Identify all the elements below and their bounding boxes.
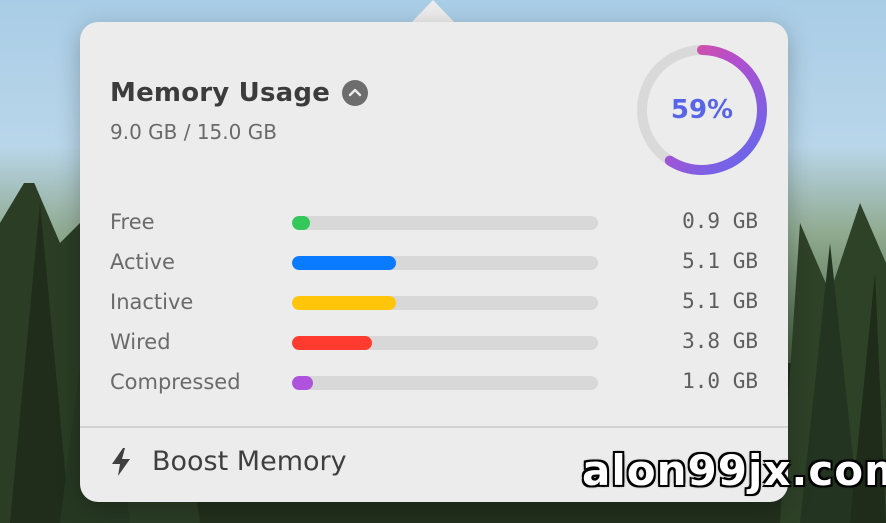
memory-bar-fill [292, 216, 311, 230]
memory-row-active: Active 5.1 GB [110, 244, 760, 284]
usage-percent: 59% [670, 95, 734, 125]
memory-breakdown: Free 0.9 GB Active 5.1 GB Inactive 5.1 GB Wire… [110, 204, 760, 404]
memory-row-free: Free 0.9 GB [110, 204, 760, 244]
chevron-up-icon [348, 88, 362, 97]
memory-row-label: Wired [110, 330, 171, 354]
memory-row-value: 0.9 GB [682, 209, 758, 233]
memory-bar-track [292, 296, 598, 310]
memory-row-value: 3.8 GB [682, 329, 758, 353]
memory-bar-fill [292, 336, 372, 350]
memory-row-label: Inactive [110, 290, 194, 314]
collapse-button[interactable] [342, 80, 369, 106]
memory-row-compressed: Compressed 1.0 GB [110, 364, 760, 404]
watermark: alon99jx.com [582, 446, 886, 495]
memory-bar-track [292, 256, 598, 270]
popover-arrow [410, 0, 456, 24]
memory-row-value: 5.1 GB [682, 249, 758, 273]
memory-row-inactive: Inactive 5.1 GB [110, 284, 760, 324]
panel-title: Memory Usage [110, 78, 331, 108]
boost-memory-label: Boost Memory [152, 446, 347, 477]
memory-row-label: Active [110, 250, 175, 274]
memory-row-value: 1.0 GB [682, 369, 758, 393]
memory-bar-fill [292, 296, 397, 310]
boost-memory-button[interactable]: Boost Memory [110, 446, 347, 477]
memory-bar-fill [292, 256, 397, 270]
header: Memory Usage [110, 78, 369, 108]
memory-bar-track [292, 376, 598, 390]
memory-row-label: Compressed [110, 370, 241, 394]
memory-row-wired: Wired 3.8 GB [110, 324, 760, 364]
memory-bar-fill [292, 376, 314, 390]
divider [80, 426, 788, 428]
bolt-icon [112, 447, 130, 476]
memory-total: 9.0 GB / 15.0 GB [110, 120, 277, 144]
memory-bar-track [292, 336, 598, 350]
memory-bar-track [292, 216, 598, 230]
memory-row-value: 5.1 GB [682, 289, 758, 313]
memory-row-label: Free [110, 210, 155, 234]
memory-popover: Memory Usage 9.0 GB / 15.0 GB 59% Free 0.… [80, 22, 788, 502]
